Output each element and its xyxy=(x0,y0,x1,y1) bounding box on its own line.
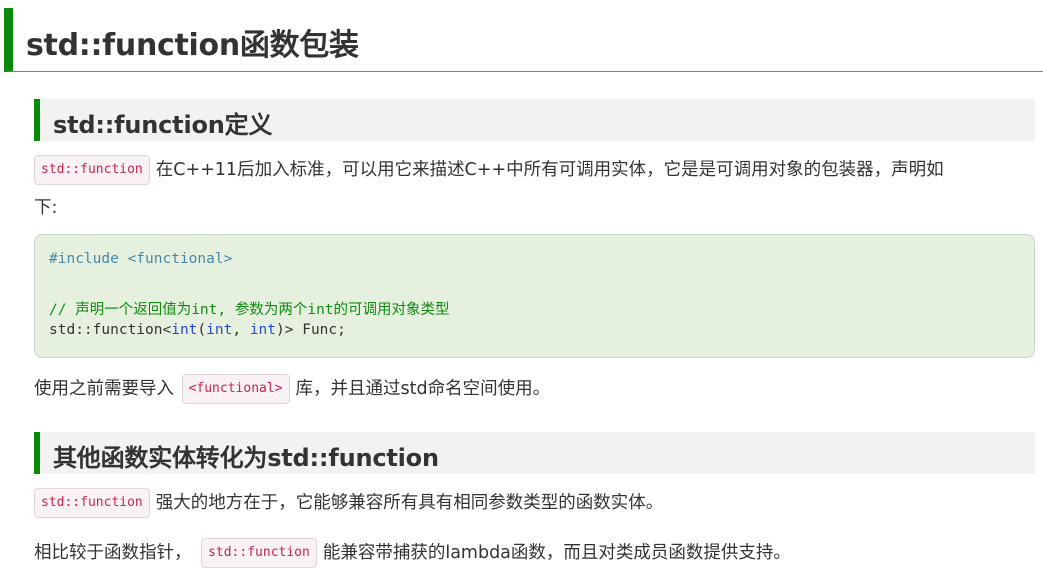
section-heading-text: 其他函数实体转化为std::function xyxy=(53,444,439,472)
section-heading-text: std::function定义 xyxy=(53,111,273,139)
paragraph-compat: std::function 强大的地方在于，它能够兼容所有具有相同参数类型的函数实… xyxy=(34,488,663,518)
inline-code: <functional> xyxy=(181,374,290,404)
page-title-bar: std::function函数包装 xyxy=(4,8,1043,72)
paragraph-text: 强大的地方在于，它能够兼容所有具有相同参数类型的函数实体。 xyxy=(155,493,664,513)
paragraph-import: 使用之前需要导入 <functional> 库，并且通过std命名空间使用。 xyxy=(34,374,550,404)
code-token: std::function< xyxy=(49,322,172,338)
paragraph-text: 库，并且通过std命名空间使用。 xyxy=(295,379,551,399)
paragraph-text: 能兼容带捕获的lambda函数，而且对类成员函数提供支持。 xyxy=(322,543,791,563)
section-heading-conversion: 其他函数实体转化为std::function xyxy=(34,432,1035,474)
paragraph-text: 相比较于函数指针， xyxy=(34,543,192,563)
code-block: #include <functional> // 声明一个返回值为int, 参数… xyxy=(34,234,1035,358)
code-token: , xyxy=(232,322,250,338)
section-heading-definition: std::function定义 xyxy=(34,99,1035,141)
inline-code: std::function xyxy=(34,155,150,185)
paragraph-lambda: 相比较于函数指针， std::function 能兼容带捕获的lambda函数，而… xyxy=(34,538,791,568)
paragraph-text: 使用之前需要导入 xyxy=(34,379,174,399)
code-line-include: #include <functional> xyxy=(49,251,233,267)
paragraph-intro: std::function 在C++11后加入标准，可以用它来描述C++中所有可调… xyxy=(34,155,944,185)
code-keyword: int xyxy=(206,322,233,338)
paragraph-text: 下: xyxy=(34,198,58,218)
code-keyword: int xyxy=(171,322,198,338)
inline-code: std::function xyxy=(34,488,150,518)
code-token: )> Func; xyxy=(276,322,346,338)
inline-code: std::function xyxy=(201,538,317,568)
paragraph-intro-cont: 下: xyxy=(34,195,57,221)
code-keyword: int xyxy=(249,322,277,338)
code-token: ( xyxy=(197,322,207,338)
code-line-comment: // 声明一个返回值为int, 参数为两个int的可调用对象类型 xyxy=(49,302,450,318)
paragraph-text: 在C++11后加入标准，可以用它来描述C++中所有可调用实体，它是是可调用对象的… xyxy=(155,160,944,180)
page-title: std::function函数包装 xyxy=(26,28,359,63)
code-line-declaration: std::function<int(int, int)> Func; xyxy=(49,322,346,338)
